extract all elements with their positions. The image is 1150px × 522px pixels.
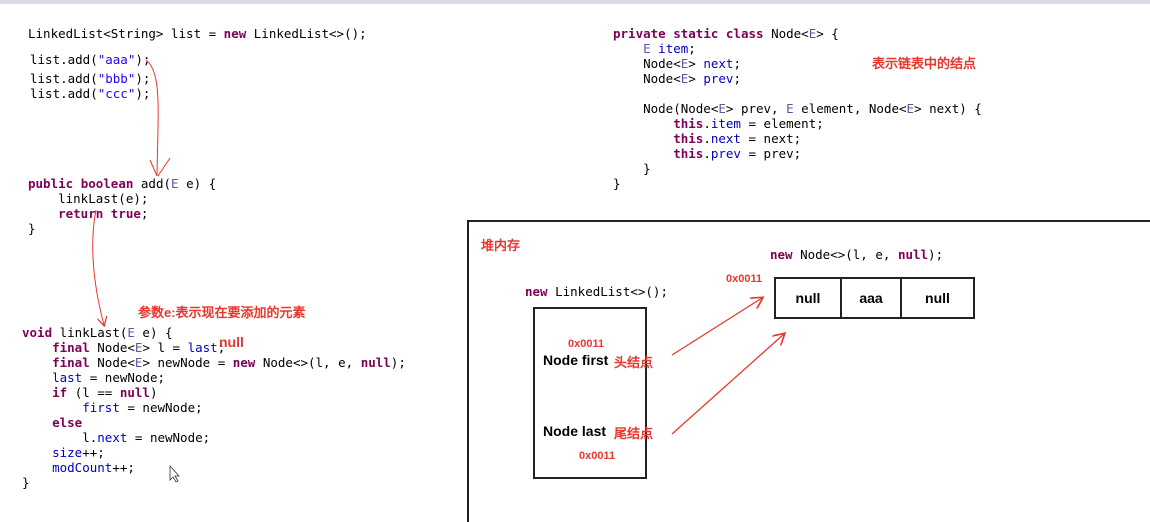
arrow-first-to-node (671, 298, 762, 356)
arrow-head-add (149, 157, 171, 177)
annotation-lines (92, 59, 1150, 483)
curve-arrow-linklast (92, 209, 104, 325)
curve-arrow-add-to-method (145, 59, 159, 177)
arrow-last-to-node (671, 334, 784, 435)
mouse-cursor-icon (169, 464, 180, 483)
